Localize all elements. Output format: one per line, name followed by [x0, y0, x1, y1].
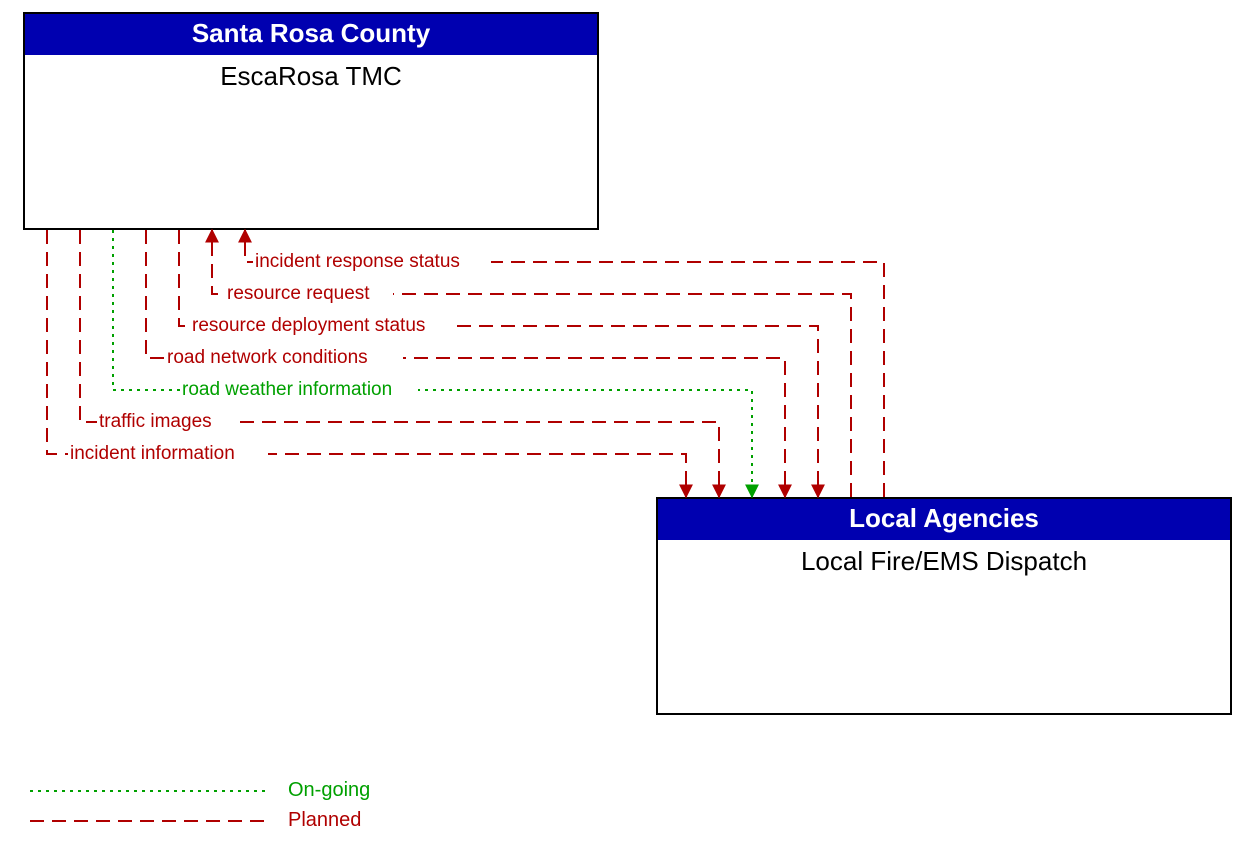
label-resource-request: resource request: [227, 283, 370, 304]
label-resource-deployment-status: resource deployment status: [192, 315, 425, 336]
legend-label-ongoing: On-going: [288, 779, 370, 802]
diagram-canvas: Santa Rosa County EscaRosa TMC Local Age…: [0, 0, 1252, 866]
legend-label-planned: Planned: [288, 809, 361, 832]
label-incident-information: incident information: [70, 443, 235, 464]
label-road-weather-information: road weather information: [182, 379, 392, 400]
label-road-network-conditions: road network conditions: [167, 347, 368, 368]
connections-svg: incident information traffic images road…: [0, 0, 1252, 866]
label-traffic-images: traffic images: [99, 411, 212, 432]
label-incident-response-status: incident response status: [255, 251, 460, 272]
